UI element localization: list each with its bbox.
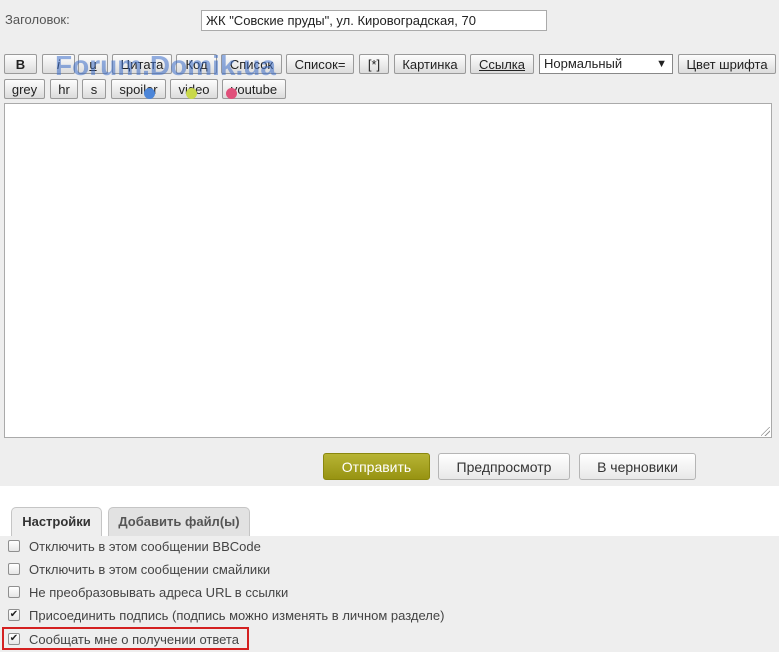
resize-handle-icon[interactable] [761,427,770,436]
tab-settings[interactable]: Настройки [11,507,102,536]
grey-button[interactable]: grey [4,79,45,99]
checkbox[interactable] [8,586,20,598]
option-disable-smilies[interactable]: Отключить в этом сообщении смайлики [8,560,270,578]
tab-attach-files[interactable]: Добавить файл(ы) [108,507,250,536]
image-button[interactable]: Картинка [394,54,466,74]
option-label: Отключить в этом сообщении смайлики [29,561,271,577]
font-color-button[interactable]: Цвет шрифта [678,54,776,74]
list-item-button[interactable]: [*] [359,54,389,74]
hr-button[interactable]: hr [50,79,78,99]
preview-button[interactable]: Предпросмотр [438,453,570,480]
highlight-annotation [2,627,249,650]
chevron-down-icon: ▼ [656,58,667,70]
draft-button[interactable]: В черновики [579,453,696,480]
checkbox-checked[interactable]: ✔ [8,609,20,621]
option-label: Присоединить подпись (подпись можно изме… [29,607,445,623]
spoiler-button[interactable]: spoiler [111,79,166,99]
checkbox[interactable] [8,540,20,552]
underline-button[interactable]: u [78,54,108,74]
checkmark-icon: ✔ [9,609,19,620]
code-button[interactable]: Код [176,54,217,74]
strike-button[interactable]: s [82,79,106,99]
font-size-select[interactable]: Нормальный ▼ [539,54,673,74]
option-label: Не преобразовывать адреса URL в ссылки [29,584,289,600]
message-editor[interactable] [4,103,772,438]
submit-button[interactable]: Отправить [323,453,430,480]
option-disable-bbcode[interactable]: Отключить в этом сообщении BBCode [8,537,261,555]
option-label: Отключить в этом сообщении BBCode [29,538,261,554]
font-size-select-value: Нормальный [544,56,623,71]
option-attach-signature[interactable]: ✔ Присоединить подпись (подпись можно из… [8,606,444,624]
option-no-url-parse[interactable]: Не преобразовывать адреса URL в ссылки [8,583,288,601]
watermark-dot-blue [144,88,155,99]
checkbox[interactable] [8,563,20,575]
watermark-dot-pink [226,88,237,99]
list-button[interactable]: Список [221,54,282,74]
quote-button[interactable]: Цитата [112,54,172,74]
bold-button[interactable]: B [4,54,37,74]
italic-button[interactable]: i [42,54,75,74]
ordered-list-button[interactable]: Список= [286,54,354,74]
link-button[interactable]: Ссылка [470,54,534,74]
watermark-dot-green [186,88,197,99]
subject-label: Заголовок: [5,12,70,27]
post-form-area: Заголовок: B i u Цитата Код Список Списо… [0,0,779,486]
subject-input[interactable] [201,10,547,31]
